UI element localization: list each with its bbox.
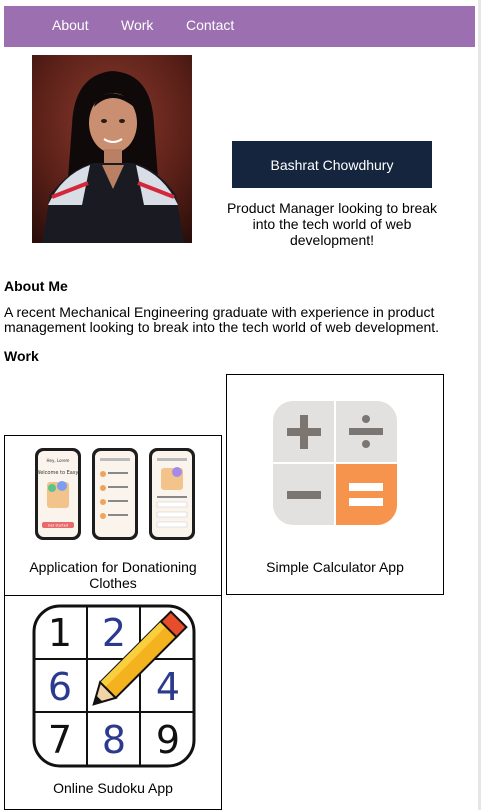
nav-link-contact[interactable]: Contact xyxy=(186,17,234,33)
name-banner: Bashrat Chowdhury xyxy=(232,141,432,188)
nav-link-work[interactable]: Work xyxy=(121,17,153,33)
nav-link-about[interactable]: About xyxy=(52,17,89,33)
sudoku-digit: 7 xyxy=(48,718,72,762)
tagline: Product Manager looking to break into th… xyxy=(226,200,438,248)
phone-1-title: Welcome to Easy! xyxy=(36,470,81,476)
phone-mockups-image: Hey, Lorem Welcome to Easy! Get started xyxy=(35,448,195,540)
project-title[interactable]: Application for Donationing Clothes xyxy=(5,559,221,591)
top-navigation: About Work Contact xyxy=(4,6,475,47)
sudoku-pencil-icon: 1 2 6 4 7 8 9 xyxy=(32,604,196,768)
work-heading: Work xyxy=(4,348,39,364)
phone-1-header: Hey, Lorem xyxy=(47,458,70,463)
project-card-donation[interactable]: Hey, Lorem Welcome to Easy! Get started xyxy=(4,435,222,596)
project-card-sudoku[interactable]: 1 2 6 4 7 8 9 Online Sudoku App xyxy=(4,595,222,810)
sudoku-digit: 2 xyxy=(102,611,126,655)
project-title[interactable]: Online Sudoku App xyxy=(5,780,221,796)
sudoku-digit: 8 xyxy=(102,718,126,762)
sudoku-digit: 6 xyxy=(48,665,72,709)
calculator-icon xyxy=(273,401,397,525)
about-heading: About Me xyxy=(4,278,68,294)
about-text: A recent Mechanical Engineering graduate… xyxy=(4,304,440,335)
project-card-calculator[interactable]: Simple Calculator App xyxy=(226,374,444,595)
project-title[interactable]: Simple Calculator App xyxy=(227,559,443,575)
profile-photo xyxy=(32,55,192,243)
sudoku-digit: 1 xyxy=(48,611,72,655)
sudoku-digit: 9 xyxy=(156,718,180,762)
sudoku-digit: 4 xyxy=(156,665,180,709)
phone-1-button: Get started xyxy=(48,524,68,528)
